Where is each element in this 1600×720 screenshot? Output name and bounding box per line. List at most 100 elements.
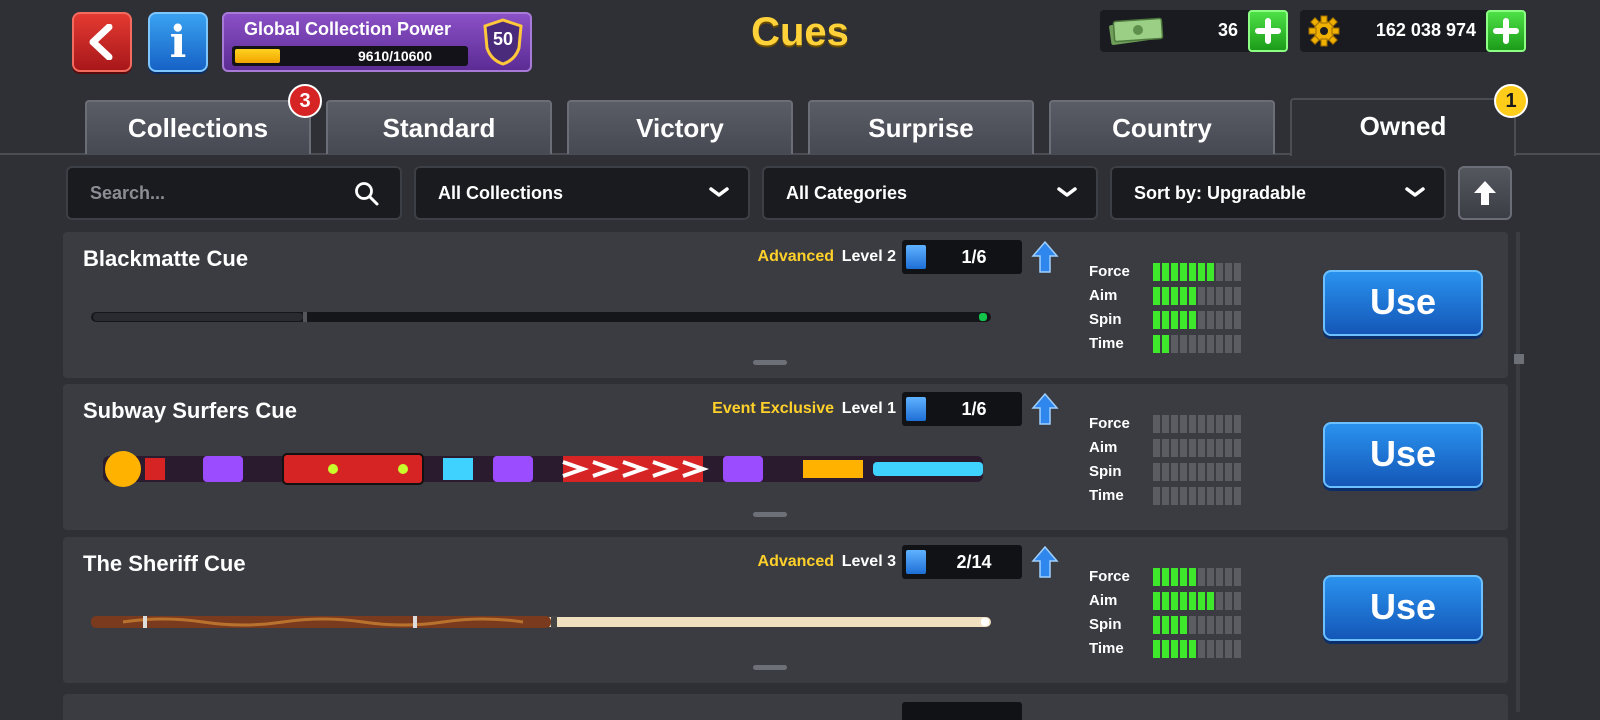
stat-segment [1189, 287, 1196, 305]
sort-direction-button[interactable] [1458, 166, 1512, 220]
search-icon [355, 182, 379, 206]
stat-segment [1153, 463, 1160, 481]
stat-segment [1171, 415, 1178, 433]
cue-image [91, 312, 991, 322]
sort-dropdown[interactable]: Sort by: Upgradable [1110, 166, 1446, 220]
stat-bar-force [1153, 568, 1243, 586]
stat-segment [1207, 487, 1214, 505]
stat-segment [1171, 311, 1178, 329]
stat-segment [1180, 311, 1187, 329]
tab-label: Owned [1359, 111, 1447, 141]
stat-segment [1198, 640, 1205, 658]
stat-segment [1180, 263, 1187, 281]
stat-label-spin: Spin [1089, 311, 1122, 328]
stat-segment [1225, 487, 1232, 505]
tab-standard[interactable]: Standard [326, 100, 552, 154]
cue-rarity: Advanced [757, 248, 834, 265]
cue-stat-labels: Force Aim Spin Time [1089, 260, 1130, 356]
collections-dropdown[interactable]: All Collections [414, 166, 750, 220]
scrollbar-track[interactable] [1516, 232, 1520, 712]
stat-label-aim: Aim [1089, 439, 1118, 456]
tab-country[interactable]: Country [1049, 100, 1275, 154]
stat-segment [1225, 616, 1232, 634]
scrollbar-thumb[interactable] [1514, 354, 1524, 364]
use-cue-button[interactable]: Use [1323, 422, 1483, 488]
cue-card[interactable]: The Sheriff Cue Advanced Level 3 2/14 Force A… [63, 537, 1508, 683]
stat-segment [1216, 311, 1223, 329]
tab-victory[interactable]: Victory [567, 100, 793, 154]
stat-segment [1162, 287, 1169, 305]
upgrade-piece-icon [906, 550, 926, 574]
upgrade-arrow-icon[interactable] [1031, 392, 1059, 426]
stat-segment [1225, 335, 1232, 353]
stat-segment [1198, 616, 1205, 634]
stat-segment [1171, 487, 1178, 505]
upgrade-arrow-icon[interactable] [1031, 545, 1059, 579]
stat-segment [1216, 487, 1223, 505]
stat-segment [1225, 463, 1232, 481]
stat-segment [1216, 439, 1223, 457]
stat-segment [1216, 287, 1223, 305]
stat-segment [1216, 335, 1223, 353]
expand-handle[interactable] [753, 665, 787, 670]
stat-segment [1207, 568, 1214, 586]
stat-segment [1234, 287, 1241, 305]
stat-segment [1171, 640, 1178, 658]
coin-balance: 162 038 974 [1300, 10, 1526, 52]
stat-segment [1153, 439, 1160, 457]
chevron-down-icon [1405, 187, 1425, 197]
use-cue-button[interactable]: Use [1323, 270, 1483, 336]
stat-segment [1216, 592, 1223, 610]
cue-card[interactable]: Blackmatte Cue Advanced Level 2 1/6 Force Aim… [63, 232, 1508, 378]
tab-owned[interactable]: Owned [1290, 98, 1516, 156]
stat-segment [1180, 287, 1187, 305]
stat-segment [1225, 287, 1232, 305]
cash-value: 36 [1217, 20, 1238, 40]
stat-segment [1216, 640, 1223, 658]
cue-name: The Sheriff Cue [83, 551, 246, 576]
stat-segment [1162, 439, 1169, 457]
cue-name: Blackmatte Cue [83, 246, 249, 271]
stat-segment [1189, 335, 1196, 353]
arrow-up-icon [1474, 181, 1496, 205]
expand-handle[interactable] [753, 360, 787, 365]
search-input[interactable]: Search... [66, 166, 402, 220]
collections-notification-badge: 3 [288, 84, 322, 118]
cash-balance: 36 [1100, 10, 1288, 52]
tab-collections[interactable]: Collections [85, 100, 311, 154]
stat-segment [1225, 415, 1232, 433]
stat-segment [1216, 463, 1223, 481]
cue-rarity: Event Exclusive [712, 400, 834, 417]
add-coins-button[interactable] [1486, 10, 1526, 52]
cue-rarity: Advanced [757, 553, 834, 570]
stat-segment [1216, 568, 1223, 586]
stat-segment [1153, 415, 1160, 433]
stat-segment [1189, 439, 1196, 457]
stat-segment [1207, 463, 1214, 481]
stat-segment [1189, 463, 1196, 481]
categories-dropdown[interactable]: All Categories [762, 166, 1098, 220]
stat-label-force: Force [1089, 415, 1130, 432]
stat-segment [1171, 568, 1178, 586]
stat-segment [1180, 568, 1187, 586]
stat-segment [1207, 415, 1214, 433]
coin-value: 162 038 974 [1375, 20, 1476, 40]
cue-progress-text: 1/6 [961, 247, 987, 267]
cue-progress-partial [902, 702, 1022, 720]
cue-image [91, 616, 991, 628]
add-cash-button[interactable] [1248, 10, 1288, 52]
upgrade-arrow-icon[interactable] [1031, 240, 1059, 274]
stat-segment [1189, 415, 1196, 433]
stat-segment [1225, 640, 1232, 658]
stat-segment [1180, 463, 1187, 481]
stat-segment [1234, 616, 1241, 634]
cue-card[interactable]: Subway Surfers Cue Event Exclusive Level 1… [63, 384, 1508, 530]
expand-handle[interactable] [753, 512, 787, 517]
stat-label-time: Time [1089, 640, 1124, 657]
stat-segment [1207, 335, 1214, 353]
stat-segment [1207, 439, 1214, 457]
tab-surprise[interactable]: Surprise [808, 100, 1034, 154]
stat-segment [1189, 487, 1196, 505]
use-cue-button[interactable]: Use [1323, 575, 1483, 641]
stat-bar-aim [1153, 592, 1243, 610]
